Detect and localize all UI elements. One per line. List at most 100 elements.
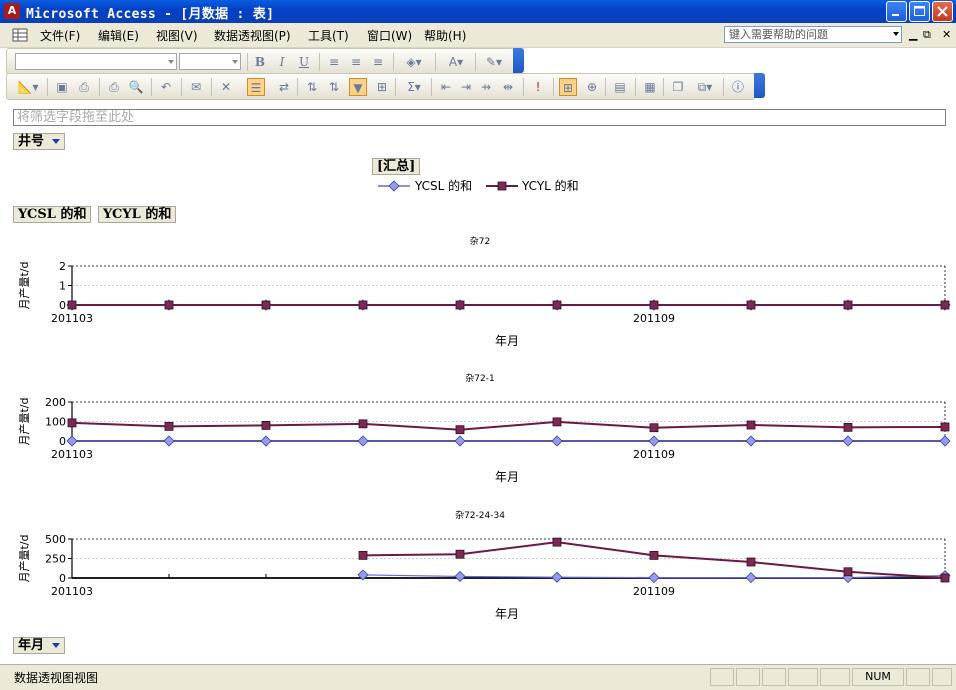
maximize-button[interactable] <box>909 1 930 22</box>
delete-icon[interactable]: ✕ <box>217 78 235 96</box>
data-point-ycsl <box>551 571 563 583</box>
autocalc-icon[interactable]: Σ▾ <box>401 78 427 96</box>
separator <box>605 78 606 96</box>
x-axis-label: 年月 <box>495 607 519 621</box>
bold-icon[interactable]: B <box>251 53 269 71</box>
preview-icon[interactable]: 🔍 <box>127 78 145 96</box>
properties-icon[interactable]: ❐ <box>669 78 687 96</box>
fill-color-icon[interactable]: ◈▾ <box>399 53 429 71</box>
y-tick-label: 250 <box>45 553 66 566</box>
data-point-ycyl <box>358 550 368 560</box>
mdi-restore-icon[interactable]: ⧉ <box>923 28 931 42</box>
align-right-icon[interactable]: ≡ <box>369 53 387 71</box>
mdi-close-icon[interactable]: ✕ <box>942 28 951 41</box>
legend-label-ycsl: YCSL 的和 <box>414 178 472 193</box>
sort-desc-icon[interactable]: ⇅ <box>325 78 343 96</box>
data-point-ycyl <box>843 567 853 577</box>
drop-areas-icon[interactable]: ▤ <box>611 78 629 96</box>
chevron-down-icon[interactable] <box>893 32 899 36</box>
data-point-ycyl <box>455 549 465 559</box>
menu-help[interactable]: 帮助(H) <box>424 27 466 44</box>
font-color-icon[interactable]: A▾ <box>441 53 471 71</box>
line-color-icon[interactable]: ✎▾ <box>479 53 509 71</box>
data-point-ycyl <box>843 422 853 432</box>
align-left-icon[interactable]: ≡ <box>325 53 343 71</box>
x-axis-label: 年月 <box>495 470 519 484</box>
data-point-ycsl <box>66 435 78 447</box>
minimize-button[interactable] <box>886 1 907 22</box>
data-point-ycsl <box>551 435 563 447</box>
title-bar: A Microsoft Access - [月数据 : 表] <box>0 0 956 23</box>
print-preview-icon[interactable]: ⎙ <box>75 78 93 96</box>
data-point-ycsl <box>163 435 175 447</box>
show-details-icon[interactable]: ! <box>529 78 547 96</box>
status-pane <box>710 668 734 686</box>
separator <box>319 53 320 71</box>
legend-marker-ycyl <box>497 181 507 191</box>
sort-asc-icon[interactable]: ⇅ <box>303 78 321 96</box>
chart-type-icon[interactable]: ⊕ <box>583 78 601 96</box>
legend-label-ycyl: YCYL 的和 <box>521 178 579 193</box>
hide-details-icon[interactable]: ⇹ <box>499 78 517 96</box>
separator <box>247 53 248 71</box>
access-icon[interactable]: A <box>4 3 20 19</box>
drill-icon[interactable]: ⇄ <box>275 78 293 96</box>
y-tick-label: 0 <box>59 299 66 312</box>
font-size-combo[interactable] <box>179 53 241 70</box>
x-tick-label: 201109 <box>633 312 675 325</box>
menu-tools[interactable]: 工具(T) <box>308 27 349 44</box>
data-point-ycyl <box>67 418 77 428</box>
italic-icon[interactable]: I <box>273 53 291 71</box>
data-point-ycsl <box>648 435 660 447</box>
y-tick-label: 100 <box>45 416 66 429</box>
collapse-icon[interactable]: ⇸ <box>477 78 495 96</box>
data-point-ycyl <box>843 300 853 310</box>
y-tick-label: 200 <box>45 396 66 409</box>
expand-icon[interactable]: ⇥ <box>457 78 475 96</box>
show-top-icon[interactable]: ⊞ <box>373 78 391 96</box>
separator <box>663 78 664 96</box>
x-axis-label: 年月 <box>495 334 519 348</box>
help-placeholder: 键入需要帮助的问题 <box>729 28 828 41</box>
menu-pivotchart[interactable]: 数据透视图(P) <box>214 27 291 44</box>
menu-window[interactable]: 窗口(W) <box>367 27 412 44</box>
object-combo[interactable] <box>15 53 177 70</box>
legend-icon[interactable]: ▦ <box>641 78 659 96</box>
print-icon[interactable]: ⎙ <box>105 78 123 96</box>
status-mode-text: 数据透视图视图 <box>14 671 99 685</box>
help-icon[interactable]: ⓘ <box>729 78 747 96</box>
design-view-icon[interactable]: 📐▾ <box>13 78 43 96</box>
data-point-ycsl <box>357 435 369 447</box>
toolbar-options-button[interactable] <box>754 73 765 98</box>
help-search-input[interactable]: 键入需要帮助的问题 <box>724 26 902 43</box>
mdi-minimize-icon[interactable]: ▁ <box>909 28 917 41</box>
new-object-icon[interactable]: ⧉▾ <box>691 78 719 96</box>
close-button[interactable] <box>932 1 953 22</box>
subtotal-icon[interactable]: ⇤ <box>437 78 455 96</box>
save-icon[interactable]: ▣ <box>53 78 71 96</box>
autofilter-icon[interactable]: ▼ <box>349 78 367 96</box>
chevron-down-icon <box>232 60 238 64</box>
menu-edit[interactable]: 编辑(E) <box>98 27 139 44</box>
field-list-icon[interactable]: ☰ <box>247 78 265 96</box>
chart-title: 杂72-24-34 <box>455 510 505 521</box>
align-center-icon[interactable]: ≡ <box>347 53 365 71</box>
refresh-icon[interactable]: ⊞ <box>559 78 577 96</box>
separator <box>723 78 724 96</box>
separator <box>475 53 476 71</box>
separator <box>435 53 436 71</box>
undo-icon[interactable]: ↶ <box>157 78 175 96</box>
menu-view[interactable]: 视图(V) <box>156 27 198 44</box>
toolbar-options-button[interactable] <box>513 48 524 73</box>
data-point-ycsl <box>260 435 272 447</box>
data-point-ycsl <box>454 435 466 447</box>
pivotchart-area[interactable]: 将筛选字段拖至此处 井号 [汇总] YCSL 的和 YCYL 的和 年月 YCS… <box>0 101 956 664</box>
underline-icon[interactable]: U <box>295 53 313 71</box>
separator <box>523 78 524 96</box>
separator <box>151 78 152 96</box>
chart-icon[interactable]: ✉ <box>187 78 205 96</box>
datasheet-icon[interactable] <box>12 28 28 42</box>
num-lock-indicator: NUM <box>852 668 904 686</box>
data-point-ycyl <box>67 300 77 310</box>
menu-file[interactable]: 文件(F) <box>40 27 80 44</box>
